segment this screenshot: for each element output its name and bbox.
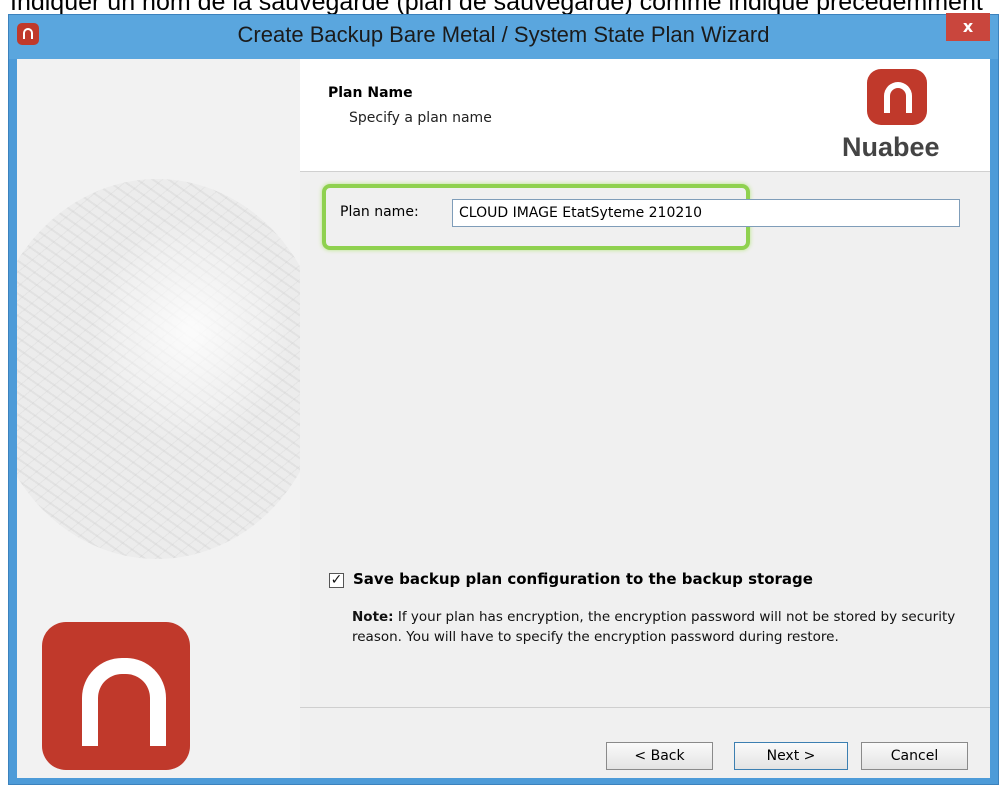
back-button[interactable]: < Back bbox=[606, 742, 713, 770]
step-title: Plan Name bbox=[328, 85, 413, 101]
encryption-note: Note: If your plan has encryption, the e… bbox=[352, 607, 972, 647]
plan-name-label: Plan name: bbox=[340, 204, 419, 220]
wizard-header: Plan Name Specify a plan name Nuabee bbox=[300, 59, 990, 172]
side-panel-artwork bbox=[17, 179, 300, 559]
plan-name-input[interactable] bbox=[452, 199, 960, 227]
note-text: If your plan has encryption, the encrypt… bbox=[352, 609, 956, 645]
wizard-content: Plan name: ✓ Save backup plan configurat… bbox=[300, 172, 990, 707]
title-bar[interactable]: Create Backup Bare Metal / System State … bbox=[9, 13, 998, 59]
note-label: Note: bbox=[352, 609, 394, 625]
brand-logo-icon bbox=[867, 69, 927, 125]
screenshot: Indiquer un nom de la sauvegarde (plan d… bbox=[0, 0, 1001, 787]
nuabee-logo-icon bbox=[42, 622, 190, 770]
cancel-button[interactable]: Cancel bbox=[861, 742, 968, 770]
step-subtitle: Specify a plan name bbox=[349, 110, 492, 126]
wizard-client-area: Plan Name Specify a plan name Nuabee Pla… bbox=[17, 59, 990, 778]
window-title: Create Backup Bare Metal / System State … bbox=[237, 22, 770, 47]
wizard-footer: < Back Next > Cancel bbox=[300, 707, 990, 778]
save-config-checkbox[interactable]: ✓ bbox=[329, 573, 344, 588]
brand-name: Nuabee bbox=[842, 132, 940, 162]
next-button[interactable]: Next > bbox=[734, 742, 848, 770]
wizard-window: Create Backup Bare Metal / System State … bbox=[8, 13, 999, 785]
wizard-side-panel bbox=[17, 59, 300, 778]
save-config-label[interactable]: Save backup plan configuration to the ba… bbox=[353, 570, 813, 588]
close-button[interactable]: x bbox=[946, 13, 990, 41]
